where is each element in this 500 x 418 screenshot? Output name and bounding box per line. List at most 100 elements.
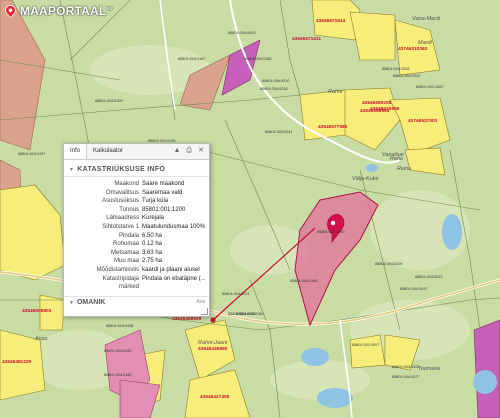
info-row-label: Sihtotstarve 1 [102, 223, 139, 230]
info-row: Mõõdistamisviis kaardi ja plaani alusel [68, 266, 205, 275]
parcel-id-label: 85801:001:1067 [416, 85, 443, 89]
parcel-id-label: 85801:004:0167 [178, 57, 205, 61]
owner-section-header[interactable]: ▼ OMANIK [64, 296, 209, 306]
maaportaal-logo[interactable]: MAAPORTAALee [4, 4, 112, 18]
resize-handle[interactable] [201, 308, 208, 315]
info-row: Lähiaadress Kurejala [68, 214, 205, 223]
info-row-value: Pindala on ebatäpne (... [142, 275, 205, 282]
parcel-id-label: 85801:004:1028 [382, 67, 409, 71]
panel-tabs: Info Kalkulaator ▲ ⎙ ✕ [64, 144, 209, 160]
info-row-value: Kurejala [142, 215, 165, 222]
info-row-label: Lähiaadress [106, 215, 139, 222]
tab-kalkulaator[interactable]: Kalkulaator [87, 144, 129, 159]
info-row-label: Rohumaa [112, 241, 139, 248]
close-icon[interactable]: ✕ [197, 147, 205, 155]
place-name-label: Rahni [328, 89, 343, 95]
place-name-label: Vanaõue [382, 152, 404, 158]
red-id-label: 43646481229 [2, 359, 32, 365]
info-row: Omavalitsus Saaremaa vald [68, 189, 205, 198]
red-id-label: 43746537003 [408, 118, 438, 124]
info-row: Pindala 6.50 ha [68, 232, 205, 241]
place-name-label: Toomase [418, 366, 440, 372]
thumbs-up-icon[interactable]: ▲ [173, 147, 181, 155]
chevron-down-icon: ▼ [69, 166, 75, 173]
info-row-label: Katastripidaja [102, 275, 139, 282]
place-name-label: Mardi [418, 40, 433, 46]
info-row-label: Omavalitsus [105, 189, 139, 196]
place-name-label: Ansu [34, 336, 48, 342]
red-id-label: 43646671614 [316, 18, 346, 24]
place-name-label: Rahni-Jaani [198, 340, 228, 346]
parcel-id-label: 85801:004:0223 [415, 275, 442, 279]
place-name-label: Vana-Mardi [412, 16, 441, 22]
parcel-id-label: 85801:004:0225 [392, 365, 419, 369]
parcel-id-label: 85801:004:0197 [18, 152, 45, 156]
red-id-label: 43646599208 [362, 100, 392, 106]
info-row-value: 0.12 ha [142, 241, 163, 248]
info-row-label: Asustusüksus [101, 198, 139, 205]
info-row: märked [68, 283, 205, 292]
parcel-id-label: 85801:004:0093 [228, 31, 255, 35]
leader-dot [210, 317, 216, 323]
info-row-label: Pindala [118, 232, 139, 239]
section-header[interactable]: ▼ KATASTRIÜKSUSE INFO [64, 160, 209, 177]
info-row: Metsamaa 3.63 ha [68, 249, 205, 258]
info-row-value: Saaremaa vald [142, 189, 183, 196]
info-row-value: 6.50 ha [142, 232, 163, 239]
open-link[interactable]: Ava [196, 299, 205, 305]
place-name-label: Välja-Kuke [352, 176, 379, 182]
owner-section-title: OMANIK [76, 299, 106, 306]
section-title: KATASTRIÜKSUSE INFO [77, 166, 166, 173]
tab-info[interactable]: Info [64, 144, 88, 159]
info-row-value: Turja küla [142, 198, 169, 205]
red-id-label: 43646577586 [318, 124, 348, 130]
info-rows: Maakond Saare maakond Omavalitsus Saaremaa … [64, 177, 209, 295]
parcel-id-label: 85801:004:0247 [400, 287, 427, 291]
info-row: Asustusüksus Turja küla [68, 197, 205, 206]
info-row: Maakond Saare maakond [68, 180, 205, 189]
red-id-label: 43646671611 [292, 36, 321, 42]
parcel-id-label: 85801:004:0200 [104, 349, 131, 353]
info-panel: Info Kalkulaator ▲ ⎙ ✕ ▼ KATASTRIÜKSUSE … [63, 143, 210, 317]
info-row: Katastripidaja Pindala on ebatäpne (... [68, 275, 205, 284]
info-row: Tunnus 85801:001:1200 [68, 206, 205, 215]
parcel-id-label: 85801:004:0227 [392, 375, 419, 379]
red-id-label: 43546508803 [22, 308, 52, 314]
info-row-value: kaardi ja plaani alusel [142, 266, 200, 273]
parcel-id-label: 85801:004:0226 [260, 87, 287, 91]
place-name-label: Reinu [397, 166, 411, 172]
parcel-id-label: 85801:004:0210 [262, 79, 289, 83]
info-row-label: Metsamaa [110, 249, 139, 256]
parcel-id-label: 85801:004:0206 [375, 262, 402, 266]
panel-toolbar: ▲ ⎙ ✕ [173, 147, 205, 155]
print-icon[interactable]: ⎙ [185, 147, 193, 155]
info-row-value [142, 283, 205, 292]
logo-wordmark: MAAPORTAALee [20, 4, 113, 18]
chevron-down-icon: ▼ [69, 299, 74, 306]
parcel-id-label: 85801:004:0109 [95, 99, 122, 103]
parcel-id-label: 85801:004:0438 [106, 324, 133, 328]
parcel-id-label: 85801:004:0221 [222, 292, 249, 296]
parcel-id-label: 85801:004:0182 [104, 373, 131, 377]
logo-pin-icon [5, 4, 16, 18]
red-id-label: 43646439890 [198, 346, 228, 352]
info-row-value: Maatulundusmaa 100% [142, 223, 205, 230]
info-row: Rohumaa 0.12 ha [68, 240, 205, 249]
info-row-value: 85801:001:1200 [142, 206, 186, 213]
info-row-label: märked [118, 284, 139, 291]
parcel-id-label: 85801:004:0148 [290, 279, 317, 283]
parcel-id-label: 85801:004:0160 [236, 312, 263, 316]
info-row-value: 3.63 ha [142, 249, 163, 256]
info-row-label: Tunnus [119, 206, 139, 213]
red-id-label: 43646427408 [200, 394, 230, 400]
parcel-id-label: 85801:004:0180 [244, 57, 271, 61]
red-id-label: 43646525998 [370, 106, 400, 112]
parcel-id-label: 85801:001:0007 [352, 343, 379, 347]
info-row-label: Maakond [114, 181, 139, 187]
parcel-id-label: 85801:001:1200 [317, 230, 344, 234]
parcel-id-label: 85801:004:0220 [393, 74, 420, 78]
info-row: Sihtotstarve 1 Maatulundusmaa 100% [68, 223, 205, 232]
info-row-label: Muu maa [113, 258, 139, 265]
red-id-label: 43746310263 [398, 46, 428, 52]
info-row-label: Mõõdistamisviis [96, 266, 139, 273]
